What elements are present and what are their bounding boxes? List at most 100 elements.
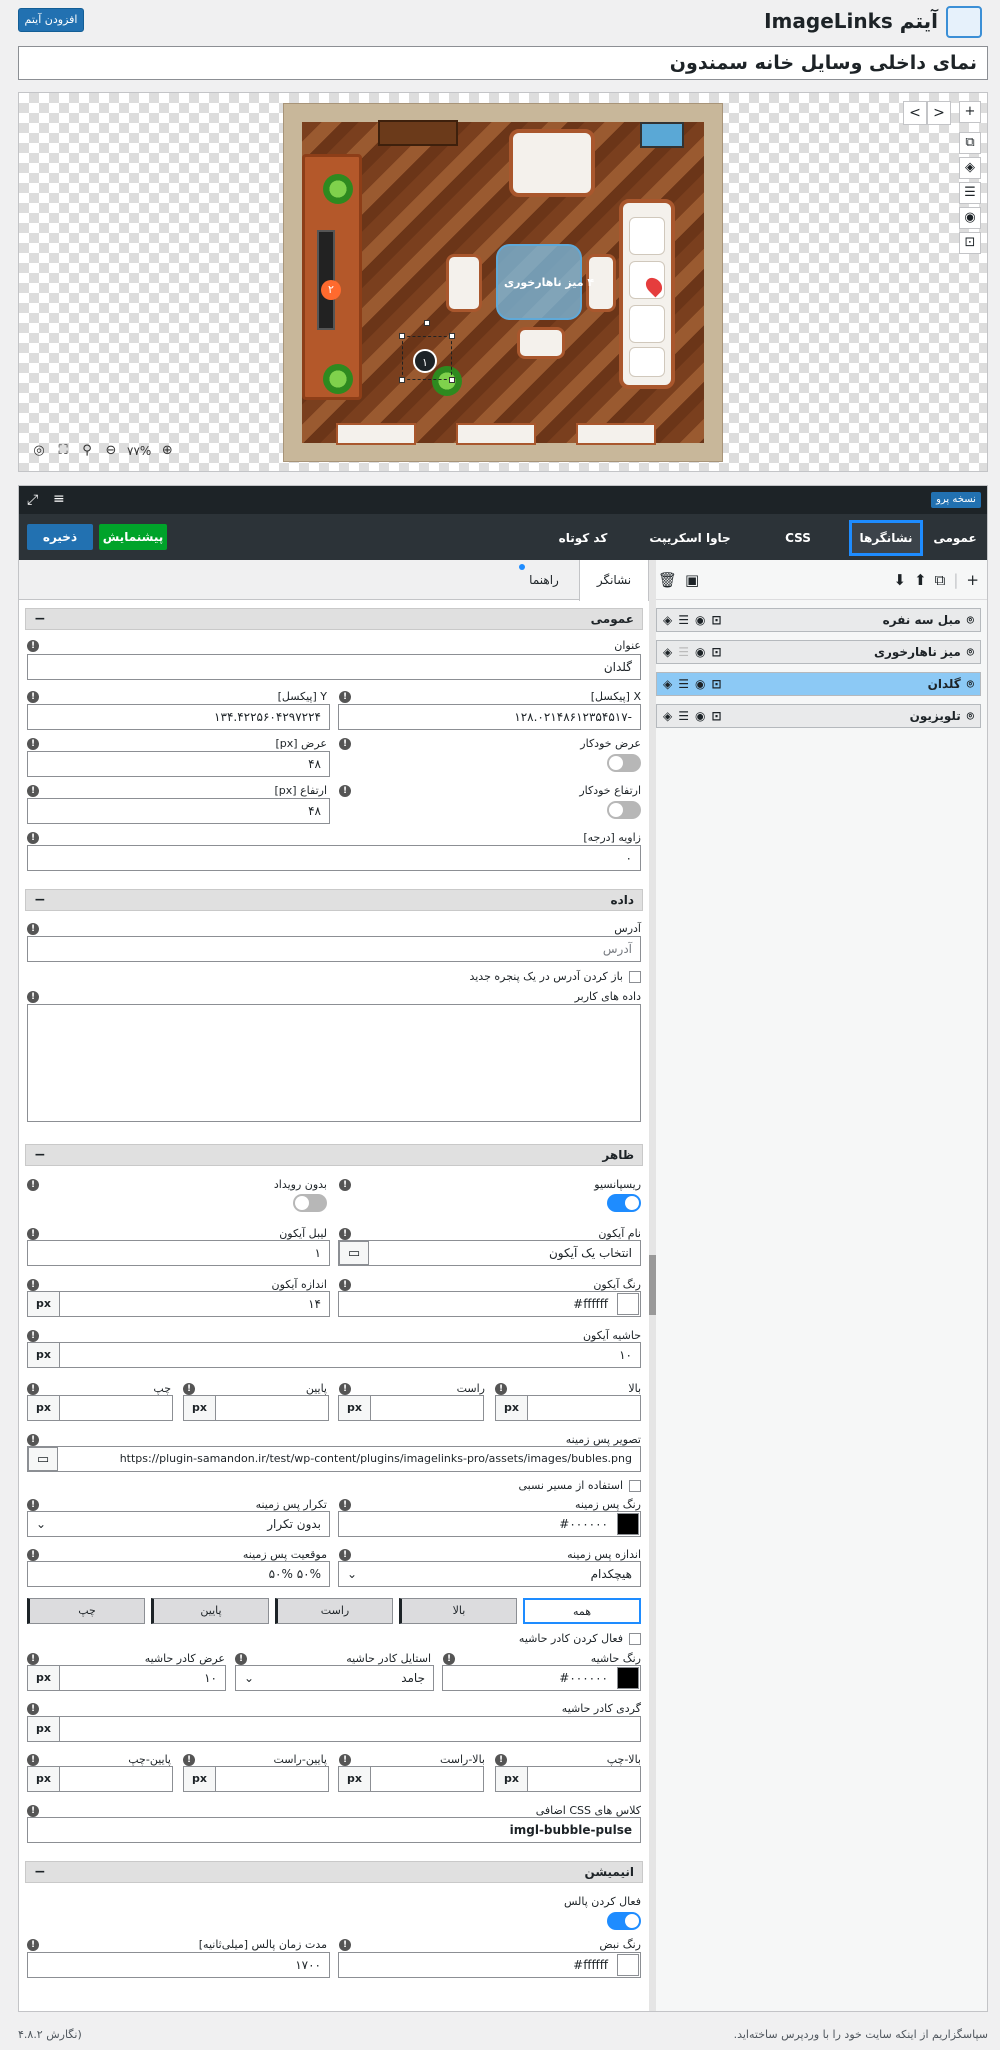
unlock-icon[interactable]: ⊡ xyxy=(711,645,721,659)
comment-icon[interactable]: ☰ xyxy=(678,677,689,691)
border-color-input[interactable]: #۰۰۰۰۰۰ xyxy=(442,1665,641,1691)
radius-top-left-input[interactable]: px xyxy=(495,1766,641,1792)
color-swatch[interactable] xyxy=(617,1667,639,1689)
marker-tooltip-dining-table[interactable]: ۴ میز ناهارخوری xyxy=(504,276,594,289)
move-down-icon[interactable]: ⬇ xyxy=(893,571,906,589)
border-tab-left[interactable]: چپ xyxy=(27,1598,145,1624)
scroll-thumb[interactable] xyxy=(649,1255,656,1315)
paint-bucket-icon[interactable]: ◈ xyxy=(663,613,672,627)
border-tab-top[interactable]: بالا xyxy=(399,1598,517,1624)
prev-marker-button[interactable]: < xyxy=(903,101,927,125)
subtab-marker[interactable]: نشانگر xyxy=(579,560,649,601)
marker-list-item[interactable]: ⌾ تلویزیون ◈ ☰ ◉ ⊡ xyxy=(656,704,981,728)
border-tab-all[interactable]: همه xyxy=(523,1598,641,1624)
css-class-input[interactable]: imgl-bubble-pulse xyxy=(27,1817,641,1843)
fit-screen-icon[interactable]: ⛶ xyxy=(55,443,71,459)
expand-icon[interactable]: ⤢ xyxy=(27,492,38,508)
auto-height-toggle[interactable] xyxy=(607,801,641,819)
icon-label-input[interactable]: ۱ xyxy=(27,1240,330,1266)
copy-icon[interactable]: ⧉ xyxy=(959,132,981,154)
color-swatch[interactable] xyxy=(617,1954,639,1976)
icon-size-input[interactable]: ۱۴ px xyxy=(27,1291,330,1317)
x-input[interactable]: -۱۲۸.۰۲۱۴۸۶۱۲۳۵۴۵۱۷ xyxy=(338,704,641,730)
width-input[interactable]: ۴۸ xyxy=(27,751,330,777)
search-icon[interactable]: ⚲ xyxy=(79,443,95,459)
trash-icon[interactable]: 🗑 xyxy=(658,571,677,589)
no-event-toggle[interactable] xyxy=(293,1194,327,1212)
color-swatch[interactable] xyxy=(617,1293,639,1315)
save-button[interactable]: ذخیره xyxy=(27,524,93,550)
add-item-button[interactable]: افزودن آیتم xyxy=(18,8,84,32)
y-input[interactable]: ۱۳۴.۴۲۲۵۶۰۴۲۹۷۲۲۴ xyxy=(27,704,330,730)
settings-scrollbar[interactable] xyxy=(649,560,656,2011)
bg-color-input[interactable]: #۰۰۰۰۰۰ xyxy=(338,1511,641,1537)
color-swatch[interactable] xyxy=(617,1513,639,1535)
radius-bottom-left-input[interactable]: px xyxy=(27,1766,173,1792)
resize-handle[interactable] xyxy=(449,377,455,383)
margin-left-input[interactable]: px xyxy=(27,1395,173,1421)
folder-icon[interactable]: ▭ xyxy=(339,1241,369,1265)
tab-custom-js[interactable]: جاوا اسکریپت سفارشی xyxy=(625,520,755,581)
paint-bucket-icon[interactable]: ◈ xyxy=(663,709,672,723)
menu-icon[interactable]: ≡ xyxy=(53,491,65,507)
height-input[interactable]: ۴۸ xyxy=(27,798,330,824)
title-input[interactable]: گلدان xyxy=(27,654,641,680)
tab-markers[interactable]: نشانگرها xyxy=(849,520,923,556)
radius-bottom-right-input[interactable]: px xyxy=(183,1766,329,1792)
folder-icon[interactable]: ▭ xyxy=(28,1447,58,1471)
unlock-icon[interactable]: ⊡ xyxy=(711,613,721,627)
eye-icon[interactable]: ◉ xyxy=(695,645,705,659)
section-data[interactable]: داده − xyxy=(25,889,643,911)
eye-icon[interactable]: ◉ xyxy=(695,677,705,691)
bg-repeat-select[interactable]: بدون تکرار ⌄ xyxy=(27,1511,330,1537)
comment-icon[interactable]: ☰ xyxy=(678,709,689,723)
border-tab-bottom[interactable]: پایین xyxy=(151,1598,269,1624)
bg-position-input[interactable]: ۵۰% ۵۰% xyxy=(27,1561,330,1587)
zoom-out-icon[interactable]: ⊖ xyxy=(103,443,119,459)
bg-image-input[interactable]: https://plugin-samandon.ir/test/wp-conte… xyxy=(27,1446,641,1472)
preview-button[interactable]: پیشنمایش xyxy=(99,524,167,550)
user-data-textarea[interactable] xyxy=(27,1004,641,1122)
locate-icon[interactable]: ◎ xyxy=(31,443,47,459)
copy-icon[interactable]: ⧉ xyxy=(935,571,946,589)
comment-icon[interactable]: ☰ xyxy=(678,645,689,659)
border-radius-input[interactable]: px xyxy=(27,1716,641,1742)
save-icon[interactable]: ▣ xyxy=(685,571,699,589)
paint-bucket-icon[interactable]: ◈ xyxy=(959,157,981,179)
tab-custom-css[interactable]: CSS سفارشی xyxy=(757,520,839,581)
resize-handle[interactable] xyxy=(449,333,455,339)
move-up-icon[interactable]: ⬆ xyxy=(914,571,927,589)
border-tab-right[interactable]: راست xyxy=(275,1598,393,1624)
margin-top-input[interactable]: px xyxy=(495,1395,641,1421)
url-input[interactable]: آدرس xyxy=(27,936,641,962)
new-window-checkbox[interactable] xyxy=(629,971,641,983)
icon-name-input[interactable]: انتخاب یک آیکون ▭ xyxy=(338,1240,641,1266)
add-marker-icon[interactable]: + xyxy=(966,571,979,589)
pulse-toggle[interactable] xyxy=(607,1912,641,1930)
paint-bucket-icon[interactable]: ◈ xyxy=(663,645,672,659)
paint-bucket-icon[interactable]: ◈ xyxy=(663,677,672,691)
add-marker-icon[interactable]: + xyxy=(959,101,981,123)
marker-tv[interactable]: ۲ xyxy=(321,280,341,300)
unlock-icon[interactable]: ⊡ xyxy=(959,232,981,254)
radius-top-right-input[interactable]: px xyxy=(338,1766,484,1792)
image-canvas[interactable]: ۲ ۴ میز ناهارخوری ۱ < > + ⧉ ◈ ☰ ◉ ⊡ ◎ ⛶ … xyxy=(18,92,988,472)
marker-list-item[interactable]: ⌾ مبل سه نفره ◈ ☰ ◉ ⊡ xyxy=(656,608,981,632)
section-animation[interactable]: انیمیشن − xyxy=(25,1861,643,1883)
marker-list-item[interactable]: ⌾ میز ناهارخوری ◈ ☰ ◉ ⊡ xyxy=(656,640,981,664)
eye-icon[interactable]: ◉ xyxy=(695,613,705,627)
border-width-input[interactable]: ۱۰ px xyxy=(27,1665,226,1691)
section-general[interactable]: عمومی − xyxy=(25,608,643,630)
icon-color-input[interactable]: #ffffff xyxy=(338,1291,641,1317)
comment-icon[interactable]: ☰ xyxy=(959,182,981,204)
resize-handle[interactable] xyxy=(399,377,405,383)
section-appearance[interactable]: ظاهر − xyxy=(25,1144,643,1166)
pulse-color-input[interactable]: #ffffff xyxy=(338,1952,641,1978)
tab-general[interactable]: عمومی xyxy=(923,520,987,556)
resize-handle[interactable] xyxy=(399,333,405,339)
border-style-select[interactable]: جامد ⌄ xyxy=(235,1665,434,1691)
responsive-toggle[interactable] xyxy=(607,1194,641,1212)
marker-vase[interactable]: ۱ xyxy=(413,349,437,373)
unlock-icon[interactable]: ⊡ xyxy=(711,709,721,723)
rotate-handle[interactable] xyxy=(424,320,430,326)
